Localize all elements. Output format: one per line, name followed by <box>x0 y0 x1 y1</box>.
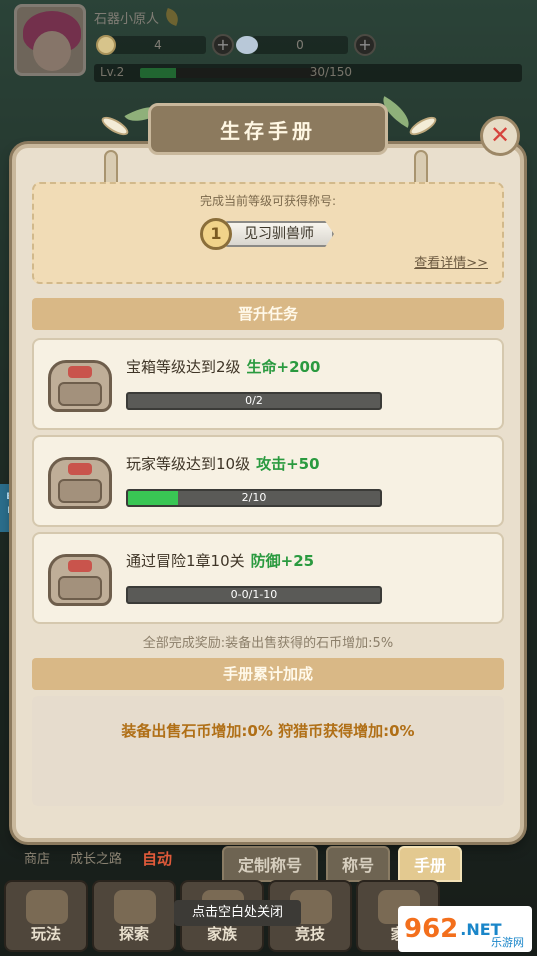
nav-explore[interactable]: 探索 <box>92 880 176 952</box>
coin-icon <box>96 35 116 55</box>
all-complete-bonus: 全部完成奖励:装备出售获得的石币增加:5% <box>142 636 394 651</box>
watermark-sub: 乐游网 <box>491 936 524 949</box>
accumulated-section-header: 手册累计加成 <box>32 658 504 690</box>
gem-icon <box>236 36 258 54</box>
tab-manual[interactable]: 手册 <box>398 846 463 882</box>
auto-label[interactable]: 自动 <box>142 848 172 869</box>
nav-label: 家族 <box>206 925 237 943</box>
watermark-brand: 962 <box>404 914 459 944</box>
dialog-title: 生存手册 <box>220 118 316 143</box>
chest-helmet-icon <box>42 352 118 418</box>
tap-to-close-hint: 点击空白处关闭 <box>174 900 302 926</box>
site-watermark: 962 .NET 乐游网 <box>398 906 532 952</box>
chest-helmet-icon <box>42 546 118 612</box>
promotion-section-header: 晋升任务 <box>32 298 504 330</box>
task-card: 宝箱等级达到2级 生命+200 0/2 <box>32 338 504 430</box>
task-reward: 生命+200 <box>246 358 321 376</box>
task-progress-text: 2/10 <box>241 491 267 504</box>
rank-title-panel: 完成当前等级可获得称号: 1 见习驯兽师 查看详情>> <box>32 182 504 284</box>
nav-play[interactable]: 玩法 <box>4 880 88 952</box>
task-description: 通过冒险1章10关 防御+25 <box>126 550 314 571</box>
task-reward: 防御+25 <box>250 552 315 570</box>
task-progress-bar: 0/2 <box>126 392 382 410</box>
task-text: 玩家等级达到10级 <box>126 455 251 473</box>
close-button[interactable]: ✕ <box>480 116 520 156</box>
nav-label: 探索 <box>118 925 149 943</box>
tab-custom-title[interactable]: 定制称号 <box>222 846 319 882</box>
task-card: 玩家等级达到10级 攻击+50 2/10 <box>32 435 504 527</box>
background-menu-labels: 商店 成长之路 自动 <box>24 848 172 869</box>
task-description: 宝箱等级达到2级 生命+200 <box>126 356 320 377</box>
task-text: 宝箱等级达到2级 <box>126 358 241 376</box>
task-progress-text: 0-0/1-10 <box>230 588 278 601</box>
totem-icon <box>26 890 68 924</box>
accumulated-bonus-text: 装备出售石币增加:0% 狩猎币获得增加:0% <box>121 722 415 740</box>
dialog-title-plate: 生存手册 <box>148 103 388 155</box>
manual-tabs: 定制称号 称号 手册 <box>222 846 463 882</box>
nav-label: 竞技 <box>294 925 325 943</box>
task-progress-bar: 2/10 <box>126 489 382 507</box>
view-details-link[interactable]: 查看详情>> <box>414 252 488 271</box>
rank-title-label: 见习驯兽师 <box>224 221 334 247</box>
growth-label[interactable]: 成长之路 <box>70 848 122 869</box>
tab-title[interactable]: 称号 <box>326 846 391 882</box>
accumulated-bonus-panel: 装备出售石币增加:0% 狩猎币获得增加:0% <box>32 696 504 806</box>
rank-number-medal: 1 <box>200 218 232 250</box>
chest-helmet-icon <box>42 449 118 515</box>
task-reward: 攻击+50 <box>256 455 320 473</box>
task-card: 通过冒险1章10关 防御+25 0-0/1-10 <box>32 532 504 624</box>
rank-badge: 1 见习驯兽师 <box>200 218 334 250</box>
task-progress-text: 0/2 <box>245 394 263 407</box>
task-description: 玩家等级达到10级 攻击+50 <box>126 453 320 474</box>
rank-hint: 完成当前等级可获得称号: <box>199 194 337 208</box>
task-progress-bar: 0-0/1-10 <box>126 586 382 604</box>
explore-icon <box>114 890 156 924</box>
shop-label[interactable]: 商店 <box>24 848 50 869</box>
nav-label: 玩法 <box>30 925 61 943</box>
task-text: 通过冒险1章10关 <box>126 552 245 570</box>
